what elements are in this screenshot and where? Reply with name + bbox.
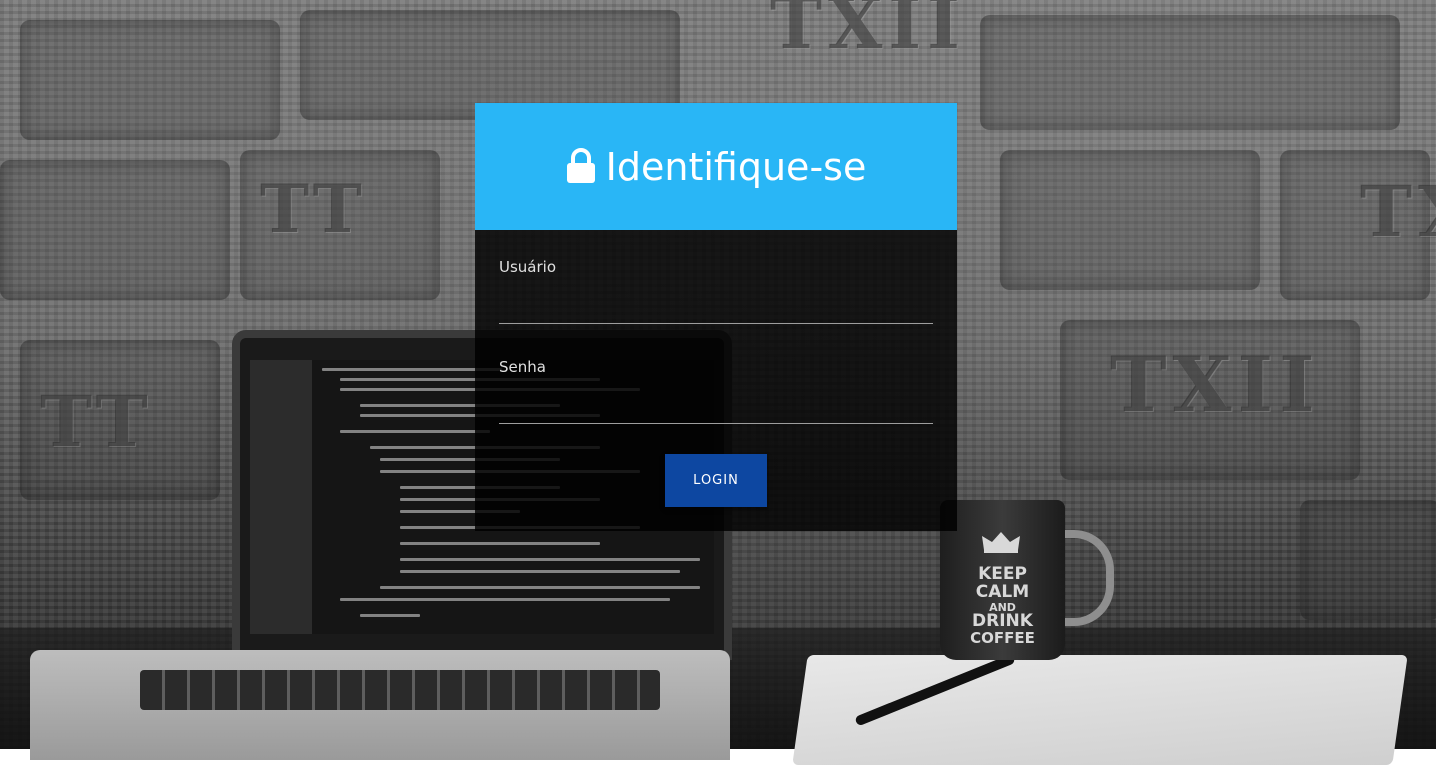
login-panel: Identifique-se Usuário Senha LOGIN [475,103,957,531]
login-form: Usuário Senha LOGIN [475,230,957,531]
code-line [400,558,700,561]
password-label: Senha [499,358,546,376]
username-input[interactable] [499,290,933,324]
code-line [400,542,600,545]
wall-brick [0,160,230,300]
laptop-keyboard [140,670,660,710]
page-title: Identifique-se [605,144,867,189]
editor-sidebar [250,360,312,634]
wall-engraving: TXII [1360,170,1436,253]
mug-slogan: KEEP CALM AND DRINK COFFEE [940,565,1065,648]
wall-engraving: TT [40,380,154,463]
code-line [380,586,700,589]
crown-icon [982,532,1020,553]
password-input[interactable] [499,390,933,424]
wall-engraving: TXII [1110,340,1321,429]
wall-brick [980,15,1400,130]
wall-engraving: TXII [770,0,966,65]
lock-icon [566,147,595,183]
wall-brick [20,20,280,140]
wall-brick [1000,150,1260,290]
wall-engraving: TT [260,170,368,248]
mug-text-line: CALM [975,581,1030,602]
code-line [400,570,680,573]
wall-brick [1300,500,1436,620]
mug-text-line: COFFEE [970,629,1035,648]
username-label: Usuário [499,258,557,276]
login-button[interactable]: LOGIN [665,454,767,507]
code-line [340,598,670,601]
login-header: Identifique-se [475,103,957,230]
code-line [360,614,420,617]
code-line [340,430,490,433]
